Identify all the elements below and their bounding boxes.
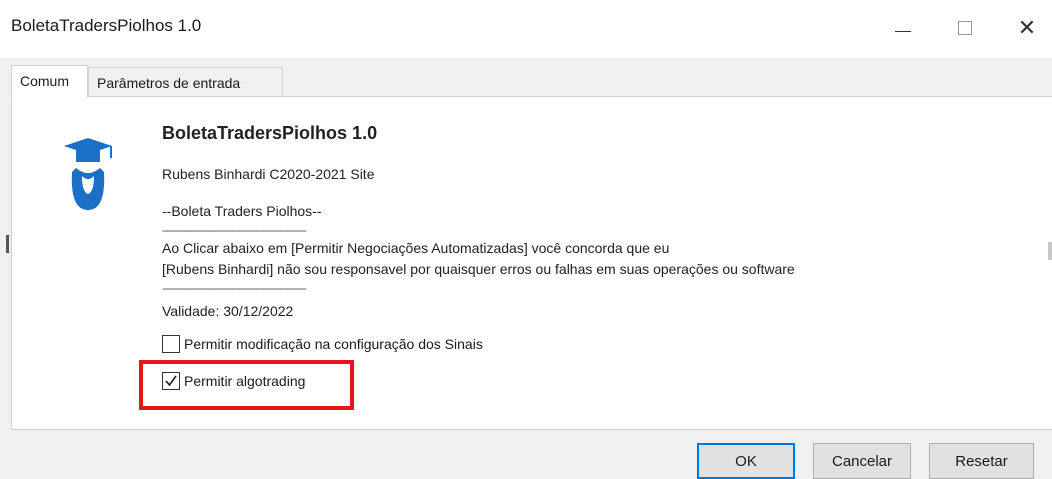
checkbox-label: Permitir modificação na configuração dos…: [184, 336, 483, 352]
minimize-icon: [895, 30, 911, 32]
tab-comum[interactable]: Comum: [11, 65, 88, 98]
maximize-button[interactable]: [942, 8, 988, 48]
separator: ----------------------------------------…: [162, 223, 307, 237]
author-line: Rubens Binhardi C2020-2021 Site: [162, 166, 375, 182]
validity-date: Validade: 30/12/2022: [162, 303, 294, 319]
app-name: BoletaTradersPiolhos 1.0: [162, 123, 378, 143]
scroll-edge: [1048, 242, 1052, 260]
close-icon: ✕: [1017, 15, 1037, 40]
title-bar: BoletaTradersPiolhos 1.0 ✕: [0, 0, 1052, 58]
allow-signal-config-checkbox[interactable]: Permitir modificação na configuração dos…: [162, 335, 483, 353]
separator: ----------------------------------------…: [162, 281, 307, 295]
resize-edge: [6, 235, 9, 253]
graduate-icon: [64, 138, 112, 210]
window-title: BoletaTradersPiolhos 1.0: [11, 16, 202, 35]
maximize-icon: [958, 21, 972, 35]
disclaimer-line-2: [Rubens Binhardi] não sou responsavel po…: [162, 261, 795, 277]
highlight-box: [139, 360, 354, 410]
tab-parametros-de-entrada[interactable]: Parâmetros de entrada: [88, 67, 283, 97]
subtitle-line: --Boleta Traders Piolhos--: [162, 203, 322, 219]
close-button[interactable]: ✕: [1004, 8, 1050, 48]
checkbox-box[interactable]: [162, 335, 180, 353]
disclaimer-line-1: Ao Clicar abaixo em [Permitir Negociaçõe…: [162, 240, 670, 256]
minimize-button[interactable]: [880, 8, 926, 48]
